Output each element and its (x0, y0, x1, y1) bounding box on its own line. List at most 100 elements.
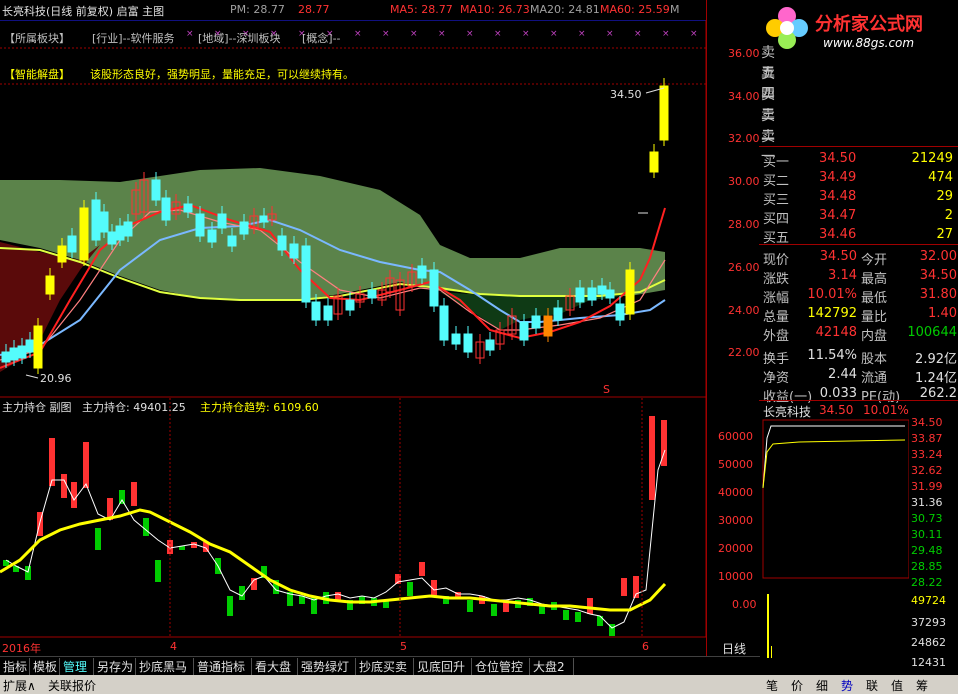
holding-bar (49, 438, 55, 486)
indicator-tab[interactable]: 大盘2 (530, 658, 574, 675)
candle-body (519, 321, 529, 341)
intraday-price-line (762, 425, 905, 489)
candle-body (451, 333, 461, 345)
quote-value: 42148 (815, 325, 857, 340)
logo-text: 分析家公式网 (815, 14, 923, 35)
holding-bar (119, 490, 125, 504)
related-quote-button[interactable]: 关联报价 (48, 677, 96, 694)
holding-bar (587, 598, 593, 614)
ma5-label: MA5: 28.77 (390, 3, 453, 16)
sell-signal-marker: S (603, 383, 610, 396)
logo-banner: 分析家公式网 www.88gs.com (759, 0, 958, 62)
candle-body (587, 287, 597, 301)
low-price-annotation: 20.96 (40, 372, 72, 385)
panel-tab[interactable]: 细 (816, 677, 828, 694)
smart-analysis-row: 【智能解盘】 该股形态良好，强势明显，量能充足，可以继续持有。 (0, 62, 706, 84)
quote-label: 股本 (861, 352, 888, 367)
quote-label: 换手 (763, 352, 790, 367)
candle-body (367, 289, 377, 299)
candle-body (323, 305, 333, 321)
panel-tab[interactable]: 势 (841, 677, 853, 694)
quote-value: 2.92亿 (915, 352, 957, 367)
candle-body (605, 289, 615, 299)
quote-row: 现价 34.50 今开 32.00 (759, 248, 958, 268)
candle-body (151, 179, 161, 201)
intraday-vol-tick: 37293 (911, 616, 946, 629)
candle-body (67, 235, 77, 253)
candle-body (649, 151, 659, 173)
candle-body (107, 231, 117, 245)
ma10-label: MA10: 26.73 (460, 3, 530, 16)
panel-tab[interactable]: 价 (791, 677, 803, 694)
candle-body (115, 225, 125, 241)
quote-label: 今开 (861, 253, 888, 268)
candle-body (553, 307, 563, 321)
candle-body (183, 203, 193, 213)
sector-info-row: 【所属板块】 [行业]--软件服务 [地域]--深圳板块 [概念]-- (0, 28, 706, 48)
quote-row: 总量 142792 量比 1.40 (759, 305, 958, 325)
candle-body (311, 301, 321, 321)
chart-title: 长亮科技(日线 前复权) 启富 主图 (2, 5, 165, 18)
indicator-tab[interactable]: 另存为 (94, 658, 136, 675)
main-force-position-chart[interactable] (0, 398, 706, 638)
panel-tab[interactable]: 联 (866, 677, 878, 694)
indicator-tab[interactable]: 仓位管控 (472, 658, 530, 675)
quote-value: 34.50 (819, 249, 857, 264)
intraday-price: 34.50 (819, 403, 854, 417)
indicator-tab[interactable]: 抄底买卖 (356, 658, 414, 675)
indicator-tab[interactable]: 见底回升 (414, 658, 472, 675)
holding-bar (227, 596, 233, 616)
indicator-tab[interactable]: 看大盘 (252, 658, 298, 675)
intraday-chart[interactable] (759, 418, 909, 664)
right-panel-tabs: 笔价细势联值筹 (758, 675, 958, 694)
quote-row: 净资 2.44 流通 1.24亿 (759, 366, 958, 386)
chart-header: 长亮科技(日线 前复权) 启富 主图 PM: 28.77 28.77 MA5: … (0, 0, 706, 20)
holding-bar (419, 562, 425, 576)
indicator-tab[interactable]: 管理 (60, 658, 94, 675)
sector-industry-link[interactable]: [行业]--软件服务 (92, 30, 175, 46)
indicator-tab[interactable]: 指标 (0, 658, 30, 675)
quote-value: 34.50 (919, 268, 957, 283)
holding-bar (467, 600, 473, 612)
intraday-tick: 28.85 (911, 560, 943, 573)
candle-body (429, 269, 439, 307)
sector-region-link[interactable]: [地域]--深圳板块 (198, 30, 281, 46)
quote-label: 内盘 (861, 329, 888, 344)
bid-row: 买一 34.50 21249 (759, 150, 958, 170)
intraday-tick: 33.87 (911, 432, 943, 445)
quote-panel: 分析家公式网 www.88gs.com 卖五 卖四 卖三 卖二 卖一 买一 34.… (706, 0, 958, 694)
holding-bar (491, 604, 497, 616)
ma-truncated-label: M (670, 3, 680, 16)
quote-value: 10.01% (807, 287, 857, 302)
panel-tab[interactable]: 值 (891, 677, 903, 694)
panel-tab[interactable]: 筹 (916, 677, 928, 694)
pm-label: PM: 28.77 (230, 3, 285, 16)
bid-row: 买三 34.48 29 (759, 188, 958, 208)
indicator-tab[interactable]: 普通指标 (194, 658, 252, 675)
quote-value: 32.00 (919, 249, 957, 264)
expand-button[interactable]: 扩展∧ (3, 677, 36, 694)
intraday-tick: 34.50 (911, 416, 943, 429)
panel-tab[interactable]: 笔 (766, 677, 778, 694)
candle-body (207, 229, 217, 243)
bid-label: 买三 (763, 193, 790, 208)
sector-concept-link[interactable]: [概念]-- (302, 30, 341, 46)
holding-bar (95, 528, 101, 550)
candle-body (615, 303, 625, 321)
quote-value: 0.033 (819, 386, 857, 401)
indicator-tab[interactable]: 抄底黑马 (136, 658, 194, 675)
candle-body (345, 299, 355, 311)
quote-value: 262.2 (919, 386, 957, 401)
holding-bar (335, 592, 341, 600)
candle-body (99, 211, 109, 233)
candle-body (625, 269, 635, 315)
intraday-tick: 32.62 (911, 464, 943, 477)
x-axis-label: 2016年 (2, 642, 41, 655)
indicator-tab[interactable]: 强势绿灯 (298, 658, 356, 675)
candle-body (439, 305, 449, 341)
holding-bar (563, 610, 569, 620)
intraday-vol-tick: 12431 (911, 656, 946, 669)
indicator-tab[interactable]: 模板 (30, 658, 60, 675)
candle-body (463, 333, 473, 353)
candle-body (195, 213, 205, 237)
